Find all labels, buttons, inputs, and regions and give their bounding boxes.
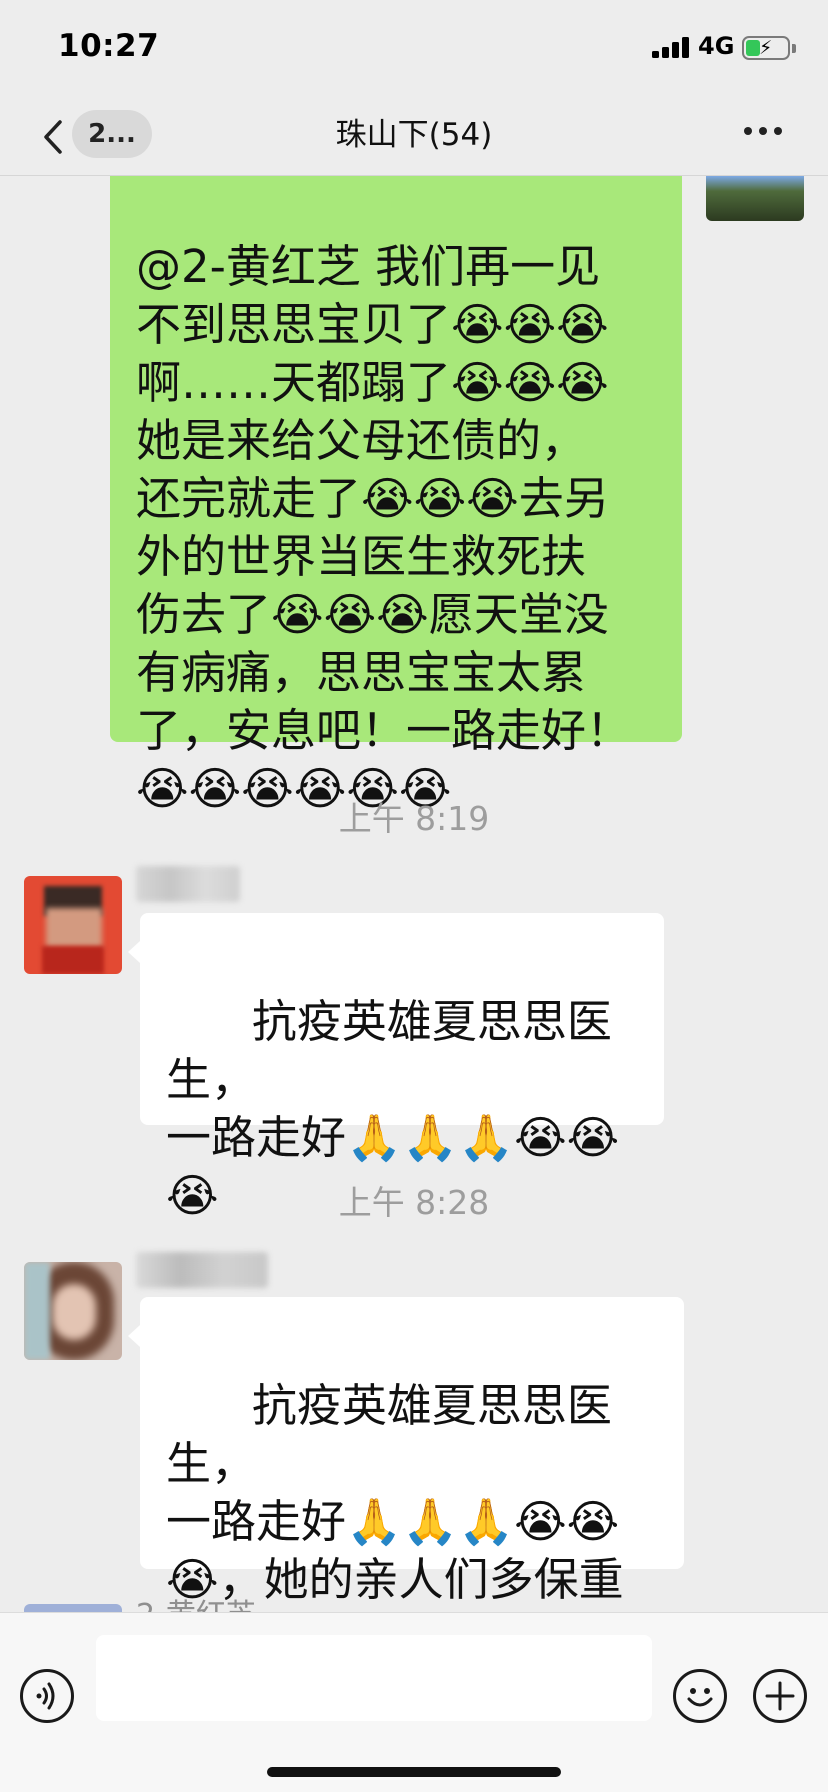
battery-tip <box>792 44 796 53</box>
time-divider: 上午 8:28 <box>338 1183 490 1222</box>
message-list[interactable]: @2-黄红芝 我们再一见 不到思思宝贝了😭😭😭 啊……天都蹋了😭😭😭 她是来给父… <box>0 0 828 1612</box>
status-bar: 10:27 4G ⚡ <box>0 0 828 100</box>
chat-screen: @2-黄红芝 我们再一见 不到思思宝贝了😭😭😭 啊……天都蹋了😭😭😭 她是来给父… <box>0 0 828 1792</box>
nav-bar: 2... 珠山下(54) <box>0 100 828 176</box>
chat-title: 珠山下(54) <box>335 117 493 153</box>
more-horizontal-icon[interactable] <box>744 127 784 139</box>
sender-avatar[interactable] <box>24 876 122 974</box>
message-input[interactable] <box>96 1635 652 1721</box>
message-bubble-outgoing[interactable]: @2-黄红芝 我们再一见 不到思思宝贝了😭😭😭 啊……天都蹋了😭😭😭 她是来给父… <box>110 150 682 815</box>
time-divider: 上午 8:19 <box>338 799 490 838</box>
message-text: @2-黄红芝 我们再一见 不到思思宝贝了😭😭😭 啊……天都蹋了😭😭😭 她是来给父… <box>136 240 632 815</box>
plus-icon[interactable] <box>753 1669 807 1723</box>
message-bubble-incoming[interactable]: 抗疫英雄夏思思医生， 一路走好🙏🙏🙏😭😭 😭 <box>128 913 664 1222</box>
signal-icon <box>652 36 692 58</box>
sender-avatar[interactable] <box>24 1604 122 1612</box>
voice-icon[interactable] <box>20 1669 74 1723</box>
sender-name <box>136 866 240 902</box>
status-time: 10:27 <box>58 28 160 64</box>
sender-name <box>136 1252 268 1288</box>
network-type: 4G <box>698 32 735 60</box>
message-bubble-incoming[interactable]: 抗疫英雄夏思思医生， 一路走好🙏🙏🙏😭😭 😭，她的亲人们多保重 身体！ <box>128 1297 684 1612</box>
charging-icon: ⚡ <box>759 37 773 59</box>
sender-name: 2-黄红芝 <box>136 1596 256 1612</box>
home-indicator <box>267 1767 561 1777</box>
chevron-left-icon[interactable] <box>38 114 72 160</box>
emoji-icon[interactable] <box>673 1669 727 1723</box>
message-text: 抗疫英雄夏思思医生， 一路走好🙏🙏🙏😭😭 😭，她的亲人们多保重 身体！ <box>166 1379 624 1612</box>
sender-avatar[interactable] <box>24 1262 122 1360</box>
battery-icon: ⚡ <box>742 36 790 60</box>
unread-count-badge[interactable]: 2... <box>72 110 152 158</box>
input-bar <box>0 1612 828 1792</box>
